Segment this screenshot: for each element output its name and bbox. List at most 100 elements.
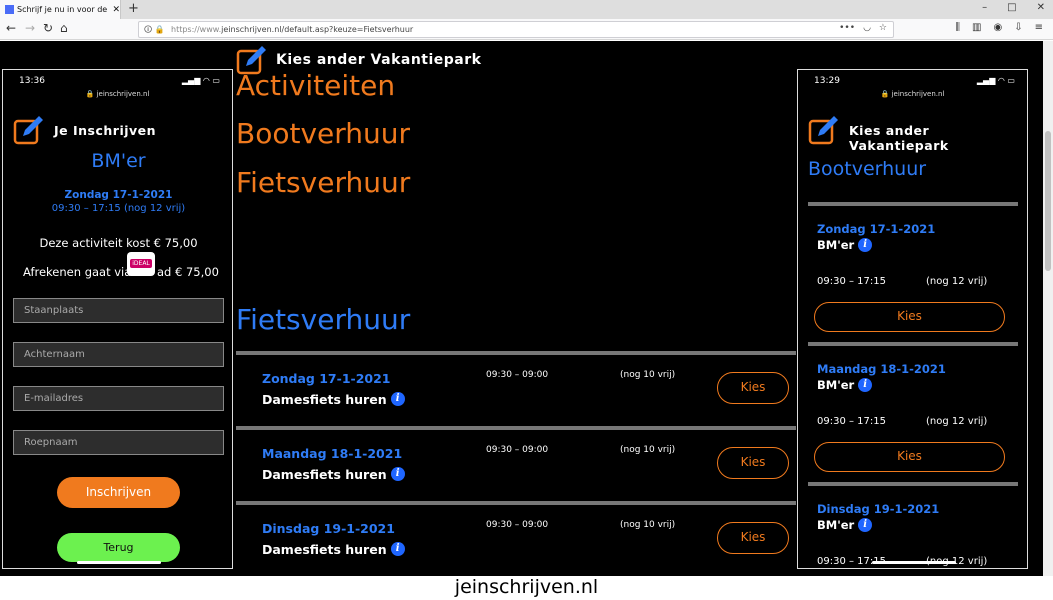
row-time: 09:30 – 17:15 [817, 416, 886, 427]
menu-icon[interactable]: ≡ [1035, 22, 1043, 33]
row-free: (nog 10 vrij) [620, 370, 676, 380]
status-bar: 13:29 ▂▄▆ ◠ ▭ [798, 70, 1027, 88]
forward-button[interactable]: → [25, 21, 35, 35]
category-bootverhuur[interactable]: Bootverhuur [236, 117, 410, 150]
row-divider [236, 426, 796, 430]
inschrijven-button[interactable]: Inschrijven [57, 477, 180, 508]
pocket-icon[interactable]: ◡ [863, 23, 871, 33]
kies-button[interactable]: Kies [717, 522, 789, 554]
right-phone-screenshot: 13:29 ▂▄▆ ◠ ▭ 🔒 jeinschrijven.nl Kies an… [797, 69, 1028, 569]
account-icon[interactable]: ◉ [993, 22, 1002, 33]
ideal-logo-icon: iDEAL [127, 252, 155, 276]
row-date: Zondag 17-1-2021 [262, 371, 391, 386]
library-icon[interactable]: ⫼ [955, 22, 960, 33]
row-name: Damesfiets huren i [262, 542, 405, 557]
scrollbar-thumb[interactable] [1045, 131, 1051, 271]
left-phone-screenshot: 13:36 ▂▄▆ ◠ ▭ 🔒 jeinschrijven.nl Je Insc… [2, 69, 233, 569]
row-date: Maandag 18-1-2021 [262, 446, 403, 461]
phone-title: Je Inschrijven [54, 123, 157, 138]
category-fietsverhuur[interactable]: Fietsverhuur [236, 166, 410, 199]
toolbar-icons: ⫼ ▥ ◉ ⇩ ≡ [955, 22, 1043, 33]
home-indicator [77, 561, 161, 564]
extension-icon[interactable]: ⇩ [1014, 22, 1022, 33]
activity-date: Zondag 17-1-2021 [64, 189, 173, 201]
kies-button[interactable]: Kies [814, 442, 1005, 472]
url-actions: ••• ◡ ☆ [839, 23, 887, 33]
row-divider [236, 351, 796, 355]
minimize-button[interactable]: – [982, 2, 987, 13]
reload-button[interactable]: ↻ [43, 21, 53, 35]
row-divider [236, 501, 796, 505]
new-tab-button[interactable]: + [128, 1, 139, 16]
info-icon[interactable]: i [858, 378, 873, 392]
row-divider [808, 482, 1018, 486]
browser-tab[interactable]: Schrijf je nu in voor de leukste ✕ [0, 0, 121, 19]
row-free: (nog 10 vrij) [620, 520, 676, 530]
row-time: 09:30 – 09:00 [486, 520, 549, 530]
row-free: (nog 12 vrij) [926, 276, 988, 287]
phone-title: Kies ander Vakantiepark [849, 123, 949, 153]
kies-button[interactable]: Kies [717, 372, 789, 404]
terug-button[interactable]: Terug [57, 533, 180, 562]
row-date: Maandag 18-1-2021 [817, 362, 946, 376]
row-name: BM'er i [817, 518, 873, 532]
row-name: Damesfiets huren i [262, 467, 405, 482]
category-activiteiten[interactable]: Activiteiten [236, 69, 395, 102]
row-free: (nog 10 vrij) [620, 445, 676, 455]
info-icon[interactable]: i [858, 518, 873, 532]
window-controls: – □ ✕ [982, 2, 1045, 13]
nav-bar: ← → ↻ ⌂ 🛈 🔒 https://www. jeinschrijven.nl… [0, 19, 1053, 40]
row-date: Zondag 17-1-2021 [817, 222, 936, 236]
back-button[interactable]: ← [6, 21, 16, 35]
status-time: 13:29 [814, 76, 840, 86]
pencil-logo-icon [808, 116, 838, 145]
phone-url: 🔒 jeinschrijven.nl [85, 90, 150, 98]
email-input[interactable]: E-mailadres [13, 386, 224, 411]
page-scrollbar[interactable] [1043, 41, 1053, 576]
sidebar-icon[interactable]: ▥ [972, 22, 981, 33]
home-button[interactable]: ⌂ [60, 21, 68, 35]
info-icon[interactable]: i [390, 542, 405, 556]
kies-button[interactable]: Kies [717, 447, 789, 479]
lock-icon: 🛈 🔒 [144, 25, 165, 34]
status-bar: 13:36 ▂▄▆ ◠ ▭ [3, 70, 232, 88]
signal-wifi-battery-icon: ▂▄▆ ◠ ▭ [976, 76, 1015, 85]
row-date: Dinsdag 19-1-2021 [817, 502, 940, 516]
row-time: 09:30 – 17:15 [817, 276, 886, 287]
row-name: Damesfiets huren i [262, 392, 405, 407]
home-indicator [872, 561, 956, 564]
info-icon[interactable]: i [390, 392, 405, 406]
achternaam-input[interactable]: Achternaam [13, 342, 224, 367]
row-date: Dinsdag 19-1-2021 [262, 521, 395, 536]
center-header-title: Kies ander Vakantiepark [276, 52, 482, 68]
signal-wifi-battery-icon: ▂▄▆ ◠ ▭ [181, 76, 220, 85]
row-free: (nog 12 vrij) [926, 416, 988, 427]
maximize-button[interactable]: □ [1007, 2, 1016, 13]
row-name: BM'er i [817, 378, 873, 392]
row-time: 09:30 – 09:00 [486, 445, 549, 455]
activity-time: 09:30 – 17:15 (nog 12 vrij) [51, 203, 186, 214]
row-divider [808, 202, 1018, 206]
url-text: jeinschrijven.nl/default.asp?keuze=Fiets… [221, 25, 414, 34]
row-name: BM'er i [817, 238, 873, 252]
kies-button[interactable]: Kies [814, 302, 1005, 332]
staanplaats-input[interactable]: Staanplaats [13, 298, 224, 323]
pencil-logo-icon [13, 116, 43, 145]
bookmark-star-icon[interactable]: ☆ [879, 23, 887, 33]
row-divider [808, 342, 1018, 346]
phone-url: 🔒 jeinschrijven.nl [880, 90, 945, 98]
info-icon[interactable]: i [858, 238, 873, 252]
section-title: Fietsverhuur [236, 303, 411, 336]
pay-suffix: ad € 75,00 [157, 265, 219, 279]
tab-bar: Schrijf je nu in voor de leukste ✕ + – □… [0, 0, 1053, 19]
more-icon[interactable]: ••• [839, 23, 855, 33]
roepnaam-input[interactable]: Roepnaam [13, 430, 224, 455]
tab-close-icon[interactable]: ✕ [112, 5, 120, 15]
close-window-button[interactable]: ✕ [1037, 2, 1045, 13]
info-icon[interactable]: i [390, 467, 405, 481]
row-time: 09:30 – 09:00 [486, 370, 549, 380]
site-caption: jeinschrijven.nl [0, 576, 1053, 600]
section-title: Bootverhuur [808, 158, 927, 180]
url-bar[interactable]: 🛈 🔒 https://www. jeinschrijven.nl/default… [138, 21, 894, 38]
favicon-icon [5, 5, 14, 14]
